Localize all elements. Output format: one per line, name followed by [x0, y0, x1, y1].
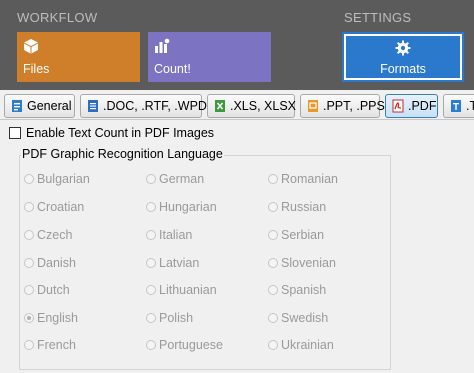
cube-icon — [24, 39, 38, 54]
radio-button[interactable] — [268, 230, 278, 240]
formats-button-label: Formats — [380, 62, 426, 76]
pdf-icon — [392, 99, 404, 113]
radio-button[interactable] — [268, 313, 278, 323]
radio-button[interactable] — [24, 258, 34, 268]
radio-label: French — [37, 338, 76, 352]
general-icon — [12, 100, 22, 112]
files-button[interactable]: Files — [17, 32, 140, 82]
format-tab-strip: General .DOC, .RTF, .WPD .XLS, XLSX .PPT… — [0, 90, 474, 120]
recognition-language-group-title: PDF Graphic Recognition Language — [21, 147, 224, 161]
radio-label: Italian — [159, 228, 193, 242]
tab-general-label: General — [27, 99, 72, 113]
radio-label: Hungarian — [159, 200, 217, 214]
radio-button[interactable] — [268, 174, 278, 184]
radio-button[interactable] — [24, 230, 34, 240]
radio-button[interactable] — [268, 340, 278, 350]
tab-xls-xlsx[interactable]: .XLS, XLSX — [207, 94, 297, 118]
tab-general[interactable]: General — [4, 94, 75, 118]
radio-label: Swedish — [281, 311, 329, 325]
radio-label: Serbian — [281, 228, 325, 242]
radio-button[interactable] — [146, 230, 156, 240]
radio-label: Bulgarian — [37, 172, 90, 186]
radio-label: Latvian — [159, 256, 200, 270]
tab-ppt-pps[interactable]: .PPT, .PPS — [300, 94, 385, 118]
tab-pdf-label: .PDF — [408, 99, 437, 113]
text-file-icon — [451, 100, 461, 112]
radio-button[interactable] — [24, 340, 34, 350]
radio-label: Romanian — [281, 172, 338, 186]
tab-text[interactable]: .T — [443, 94, 474, 118]
workflow-section-label: WORKFLOW — [17, 10, 98, 25]
radio-button[interactable] — [24, 313, 34, 323]
tab-text-label: .T — [466, 99, 474, 113]
radio-label: Lithuanian — [159, 283, 217, 297]
excel-icon — [215, 100, 225, 112]
powerpoint-icon — [308, 100, 318, 112]
radio-label: English — [37, 311, 78, 325]
radio-label: Portuguese — [159, 338, 223, 352]
radio-label: Dutch — [37, 283, 70, 297]
enable-text-count-checkbox[interactable] — [9, 127, 21, 139]
radio-label: German — [159, 172, 205, 186]
tab-doc-rtf-wpd[interactable]: .DOC, .RTF, .WPD — [80, 94, 207, 118]
bar-chart-icon — [155, 38, 170, 53]
files-button-label: Files — [23, 62, 50, 76]
tab-pdf[interactable]: .PDF — [385, 94, 438, 118]
radio-label: Slovenian — [281, 256, 336, 270]
gear-icon — [395, 40, 411, 56]
tab-doc-rtf-wpd-label: .DOC, .RTF, .WPD — [103, 99, 207, 113]
radio-button[interactable] — [146, 202, 156, 212]
radio-button[interactable] — [146, 340, 156, 350]
radio-button[interactable] — [146, 258, 156, 268]
radio-label: Ukrainian — [281, 338, 334, 352]
radio-button[interactable] — [24, 174, 34, 184]
workflow-ribbon: WORKFLOW SETTINGS Files Count! Formats — [0, 0, 474, 90]
tab-ppt-pps-label: .PPT, .PPS — [323, 99, 385, 113]
tab-xls-xlsx-label: .XLS, XLSX — [230, 99, 297, 113]
radio-label: Polish — [159, 311, 194, 325]
formats-button[interactable]: Formats — [342, 32, 464, 82]
radio-button[interactable] — [146, 313, 156, 323]
settings-section-label: SETTINGS — [344, 10, 412, 25]
radio-button[interactable] — [146, 174, 156, 184]
count-button-label: Count! — [154, 62, 191, 76]
enable-text-count-label: Enable Text Count in PDF Images — [26, 126, 215, 140]
radio-button[interactable] — [268, 258, 278, 268]
radio-label: Croatian — [37, 200, 85, 214]
radio-button[interactable] — [268, 202, 278, 212]
radio-label: Spanish — [281, 283, 327, 297]
radio-button[interactable] — [24, 285, 34, 295]
radio-label: Russian — [281, 200, 327, 214]
word-doc-icon — [88, 100, 98, 112]
radio-button[interactable] — [146, 285, 156, 295]
radio-label: Danish — [37, 256, 76, 270]
radio-label: Czech — [37, 228, 73, 242]
radio-button[interactable] — [24, 202, 34, 212]
count-button[interactable]: Count! — [148, 32, 271, 82]
radio-button[interactable] — [268, 285, 278, 295]
